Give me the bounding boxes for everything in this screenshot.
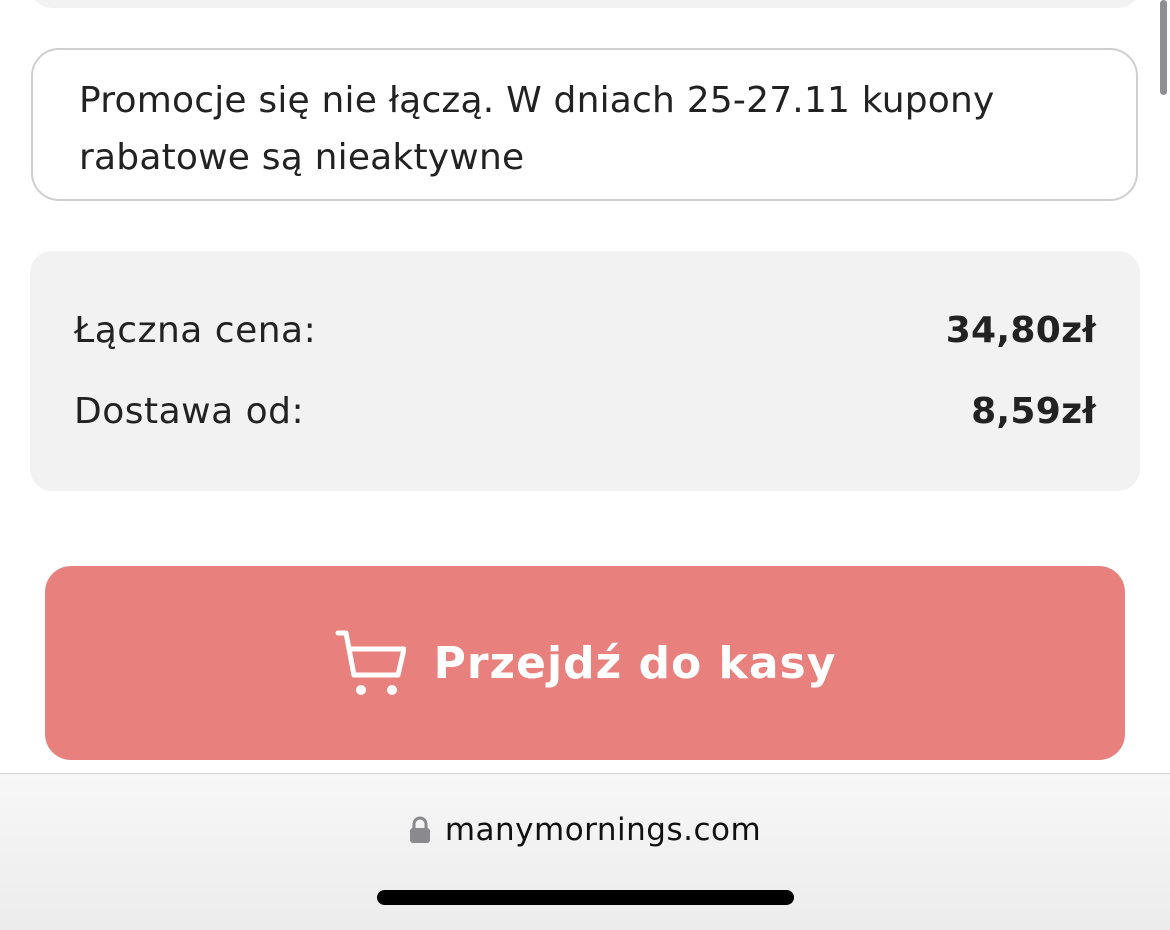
address-bar[interactable]: manymornings.com — [0, 812, 1170, 848]
promo-notice-text: Promocje się nie łączą. W dniach 25-27.1… — [79, 80, 995, 178]
total-price-row: Łączna cena: 34,80zł — [74, 305, 1096, 355]
total-price-label: Łączna cena: — [74, 309, 317, 351]
promo-notice: Promocje się nie łączą. W dniach 25-27.1… — [31, 48, 1138, 201]
browser-bottom-bar: manymornings.com — [0, 773, 1170, 930]
cart-icon — [335, 630, 406, 695]
lock-icon — [409, 816, 430, 843]
delivery-value: 8,59zł — [971, 390, 1096, 432]
home-indicator[interactable] — [377, 890, 794, 905]
total-price-value: 34,80zł — [945, 309, 1096, 351]
order-summary: Łączna cena: 34,80zł Dostawa od: 8,59zł — [30, 251, 1140, 491]
url-text: manymornings.com — [444, 812, 762, 848]
previous-card-edge — [30, 0, 1140, 8]
checkout-button-label: Przejdź do kasy — [433, 637, 837, 689]
delivery-row: Dostawa od: 8,59zł — [74, 386, 1096, 436]
scrollbar[interactable] — [1160, 0, 1167, 95]
delivery-label: Dostawa od: — [74, 390, 305, 432]
checkout-button[interactable]: Przejdź do kasy — [45, 566, 1125, 760]
